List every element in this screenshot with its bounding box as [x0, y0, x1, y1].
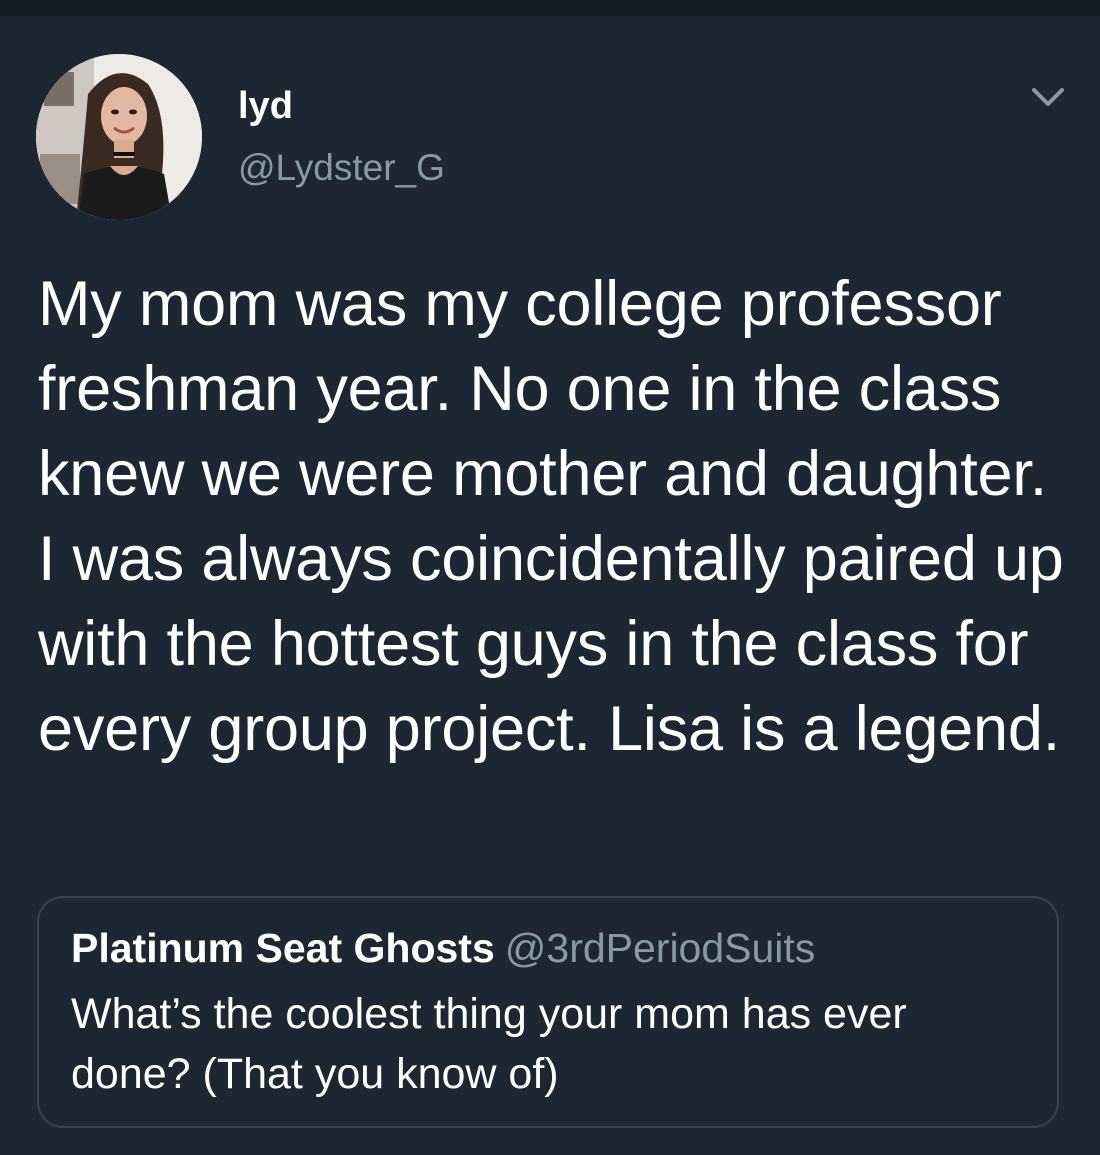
quoted-tweet-card[interactable]: Platinum Seat Ghosts @3rdPeriodSuits What… [37, 896, 1059, 1128]
quoted-tweet-text: What’s the coolest thing your mom has ev… [71, 990, 907, 1098]
chevron-down-icon[interactable] [1024, 78, 1072, 118]
quoted-display-name: Platinum Seat Ghosts [71, 925, 495, 971]
quoted-tweet-header: Platinum Seat Ghosts @3rdPeriodSuits [71, 922, 815, 974]
author-handle[interactable]: @Lydster_G [238, 146, 445, 190]
top-divider [0, 0, 1100, 16]
quoted-handle: @3rdPeriodSuits [504, 925, 816, 971]
author-display-name[interactable]: lyd [238, 84, 293, 128]
tweet-text: My mom was my college professor freshman… [38, 269, 1064, 764]
avatar-photo [36, 54, 202, 220]
avatar[interactable] [36, 54, 202, 220]
